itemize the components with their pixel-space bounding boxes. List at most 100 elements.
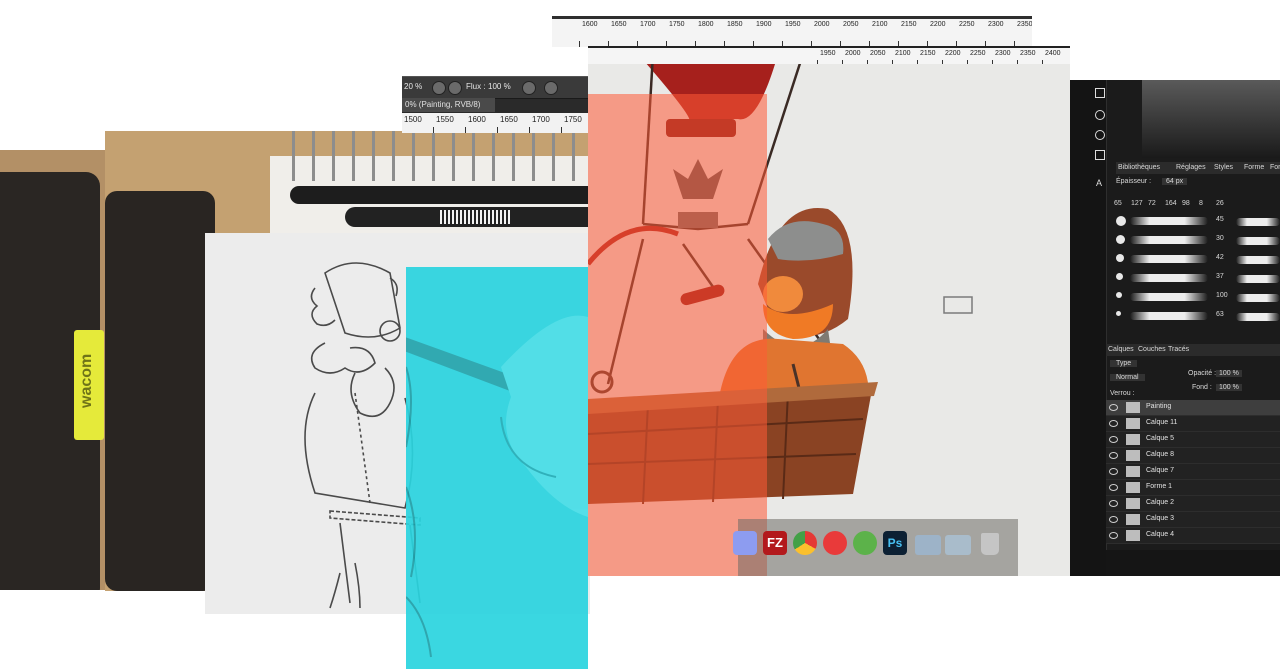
brush-dot[interactable] (1116, 292, 1122, 298)
brush-dot[interactable] (1116, 216, 1126, 226)
ruler-number: 1900 (756, 21, 772, 28)
eye-icon[interactable] (1109, 404, 1118, 411)
brush-stroke[interactable] (1130, 236, 1208, 244)
type-filter[interactable]: Type (1110, 360, 1138, 367)
fill-value[interactable]: 100 % (1216, 384, 1242, 391)
ruler-number: 2050 (843, 21, 859, 28)
brush-stroke[interactable] (1130, 293, 1208, 301)
pressure-icon[interactable] (544, 81, 558, 95)
eye-icon[interactable] (1109, 532, 1118, 539)
blend-mode-select[interactable]: Normal (1110, 374, 1145, 381)
ruler-number: 1700 (532, 115, 550, 124)
layer-row[interactable]: Calque 8 (1106, 448, 1280, 464)
panel-icon[interactable] (1095, 110, 1105, 120)
chrome-icon[interactable] (793, 531, 817, 555)
panel-tab[interactable]: Bibliothèques (1118, 164, 1160, 171)
horizontal-ruler-small: 1500 1550 1600 1650 1700 1750 (402, 113, 590, 133)
layer-name: Calque 5 (1146, 435, 1175, 442)
smoothing-icon[interactable] (522, 81, 536, 95)
brush-stroke[interactable] (1236, 275, 1280, 283)
brush-stroke[interactable] (1236, 218, 1280, 226)
flux-value[interactable]: 100 % (488, 82, 511, 91)
color-picker[interactable] (1142, 80, 1280, 158)
photoshop-icon[interactable]: Ps (883, 531, 907, 555)
layer-name: Calque 7 (1146, 467, 1175, 474)
layer-name: Calque 4 (1146, 531, 1175, 538)
brush-stroke[interactable] (1130, 312, 1208, 320)
zoom-value[interactable]: 20 % (404, 82, 422, 91)
brush-stroke[interactable] (1236, 237, 1280, 245)
panel-tab[interactable]: Styles (1214, 164, 1233, 171)
layer-tab[interactable]: Calques (1108, 346, 1134, 353)
brush-stroke[interactable] (1130, 217, 1208, 225)
layer-row[interactable]: Painting (1106, 400, 1280, 416)
layer-name: Calque 3 (1146, 515, 1175, 522)
document-tab[interactable]: 0% (Painting, RVB/8) (402, 98, 495, 112)
layer-row[interactable]: Forme 1 (1106, 480, 1280, 496)
eye-icon[interactable] (1109, 484, 1118, 491)
brush-size-label: 98 (1182, 200, 1190, 207)
layer-name: Calque 2 (1146, 499, 1175, 506)
folder-icon[interactable] (945, 535, 971, 555)
brush-dot[interactable] (1116, 254, 1124, 262)
layer-thumbnail (1126, 434, 1140, 445)
brush-stroke[interactable] (1130, 274, 1208, 282)
layer-tab[interactable]: Tracés (1168, 346, 1189, 353)
brush-size-label: 30 (1216, 235, 1224, 242)
eye-icon[interactable] (1109, 436, 1118, 443)
eye-icon[interactable] (1109, 420, 1118, 427)
panel-tab[interactable]: Formes prédéfinies (1270, 164, 1280, 171)
paint-software-toolbar: 20 % Flux : 100 % 0% (Painting, RVB/8) 1… (402, 76, 590, 133)
layer-row[interactable]: Calque 5 (1106, 432, 1280, 448)
wacom-label: wacom (74, 330, 104, 440)
itunes-icon[interactable] (823, 531, 847, 555)
eye-icon[interactable] (1109, 452, 1118, 459)
layer-row[interactable]: Calque 2 (1106, 496, 1280, 512)
finder-icon[interactable] (733, 531, 757, 555)
brush-presets[interactable]: 45 30 42 37 100 63 (1114, 216, 1280, 336)
brush-dot[interactable] (1116, 273, 1123, 280)
layer-row[interactable]: Calque 3 (1106, 512, 1280, 528)
ruler-number: 1550 (436, 115, 454, 124)
spotify-icon[interactable] (853, 531, 877, 555)
panel-tab[interactable]: Forme (1244, 164, 1264, 171)
ruler-number: 2300 (995, 50, 1011, 57)
ruler-tick (497, 127, 498, 133)
brush-stroke[interactable] (1130, 255, 1208, 263)
ruler-number: 2350 (1017, 21, 1032, 28)
balloon-pilot-illustration (588, 64, 1018, 576)
ruler-number: 1850 (727, 21, 743, 28)
eye-icon[interactable] (1109, 516, 1118, 523)
trash-icon[interactable] (981, 533, 999, 555)
layer-row[interactable]: Calque 7 (1106, 464, 1280, 480)
ruler-number: 2150 (920, 50, 936, 57)
dropdown-icon[interactable] (432, 81, 446, 95)
folder-icon[interactable] (915, 535, 941, 555)
airbrush-icon[interactable] (448, 81, 462, 95)
barcode (440, 210, 510, 224)
layer-row[interactable]: Calque 4 (1106, 528, 1280, 544)
brush-dot[interactable] (1116, 311, 1121, 316)
layer-row[interactable]: Calque 11 (1106, 416, 1280, 432)
brush-stroke[interactable] (1236, 294, 1280, 302)
panel-tab[interactable]: Réglages (1176, 164, 1206, 171)
brush-dot[interactable] (1116, 235, 1125, 244)
brush-stroke[interactable] (1236, 256, 1280, 264)
opacity-value[interactable]: 100 % (1216, 370, 1242, 377)
panel-icon[interactable] (1095, 88, 1105, 98)
panel-icon[interactable] (1095, 150, 1105, 160)
brush-size-label: 100 (1216, 292, 1228, 299)
filezilla-icon[interactable]: FZ (763, 531, 787, 555)
type-tool-icon[interactable]: A (1096, 178, 1102, 188)
ruler-tick (433, 127, 434, 133)
panel-icon[interactable] (1095, 130, 1105, 140)
brush-stroke[interactable] (1236, 313, 1280, 321)
lock-label: Verrou : (1110, 390, 1135, 397)
eye-icon[interactable] (1109, 500, 1118, 507)
flux-label: Flux : (466, 82, 486, 91)
fineliner-pen (290, 186, 590, 204)
epaisseur-value[interactable]: 64 px (1162, 178, 1188, 185)
ruler-number: 2200 (945, 50, 961, 57)
eye-icon[interactable] (1109, 468, 1118, 475)
layer-tab[interactable]: Couches (1138, 346, 1166, 353)
